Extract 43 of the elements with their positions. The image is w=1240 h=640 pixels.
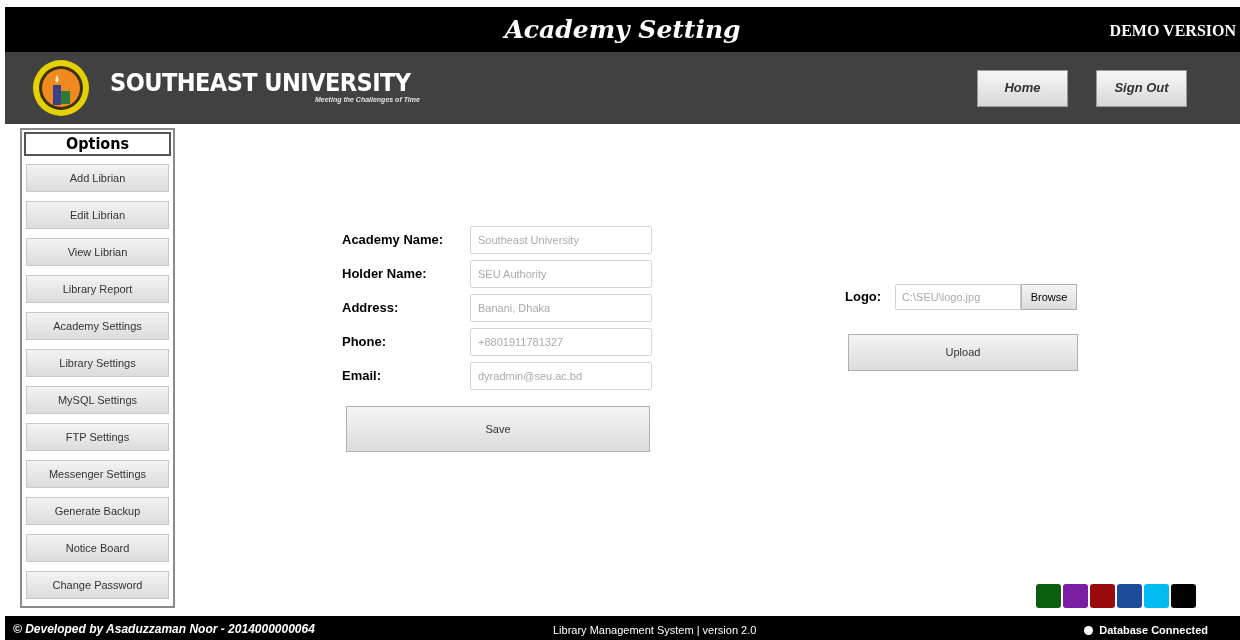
theme-swatch[interactable] bbox=[1036, 584, 1061, 608]
sidebar-item[interactable]: Messenger Settings bbox=[26, 460, 169, 488]
logo-label: Logo: bbox=[845, 288, 883, 307]
sidebar-item[interactable]: Library Report bbox=[26, 275, 169, 303]
theme-swatch[interactable] bbox=[1171, 584, 1196, 608]
input-field[interactable]: +8801911781327 bbox=[470, 328, 652, 356]
input-field[interactable]: dyradmin@seu.ac.bd bbox=[470, 362, 652, 390]
logo-drawing bbox=[32, 59, 90, 117]
field-label: Address: bbox=[342, 299, 400, 317]
developer-credit: © Developed by Asaduzzaman Noor - 2014000000064 bbox=[13, 621, 316, 638]
sidebar-item[interactable]: Academy Settings bbox=[26, 312, 169, 340]
brand-name: SOUTHEAST UNIVERSITY bbox=[110, 70, 411, 96]
sidebar-item[interactable]: Library Settings bbox=[26, 349, 169, 377]
demo-version-label: DEMO VERSION bbox=[1109, 21, 1236, 41]
window-title: Academy Setting bbox=[504, 13, 741, 46]
browse-button[interactable]: Browse bbox=[1021, 284, 1077, 310]
app-version: Library Management System | version 2.0 bbox=[553, 622, 758, 638]
sidebar-item[interactable]: Change Password bbox=[26, 571, 169, 599]
header-button[interactable]: Sign Out bbox=[1096, 69, 1187, 107]
field-label: Academy Name: bbox=[342, 231, 445, 249]
field-label: Holder Name: bbox=[342, 265, 428, 283]
theme-swatch[interactable] bbox=[1117, 584, 1142, 608]
sidebar-item[interactable]: Generate Backup bbox=[26, 497, 169, 525]
field-label: Email: bbox=[342, 367, 382, 385]
sidebar-item[interactable]: FTP Settings bbox=[26, 423, 169, 451]
input-field[interactable]: SEU Authority bbox=[470, 260, 652, 288]
sidebar-item[interactable]: MySQL Settings bbox=[26, 386, 169, 414]
sidebar-item[interactable]: Notice Board bbox=[26, 534, 169, 562]
sidebar-heading: Options bbox=[24, 132, 171, 156]
save-button[interactable]: Save bbox=[346, 406, 650, 452]
input-field[interactable]: Banani, Dhaka bbox=[470, 294, 652, 322]
header-button[interactable]: Home bbox=[977, 69, 1068, 107]
sidebar-item[interactable]: Edit Librian bbox=[26, 201, 169, 229]
upload-button[interactable]: Upload bbox=[848, 334, 1078, 371]
sidebar-item[interactable]: View Librian bbox=[26, 238, 169, 266]
input-field[interactable]: Southeast University bbox=[470, 226, 652, 254]
connection-status: Database Connected bbox=[1099, 622, 1208, 638]
theme-swatch[interactable] bbox=[1090, 584, 1115, 608]
theme-swatch[interactable] bbox=[1144, 584, 1169, 608]
logo-path-field[interactable]: C:\SEU\logo.jpg bbox=[895, 284, 1021, 310]
theme-swatch[interactable] bbox=[1063, 584, 1088, 608]
field-label: Phone: bbox=[342, 333, 388, 351]
sidebar-item[interactable]: Add Librian bbox=[26, 164, 169, 192]
